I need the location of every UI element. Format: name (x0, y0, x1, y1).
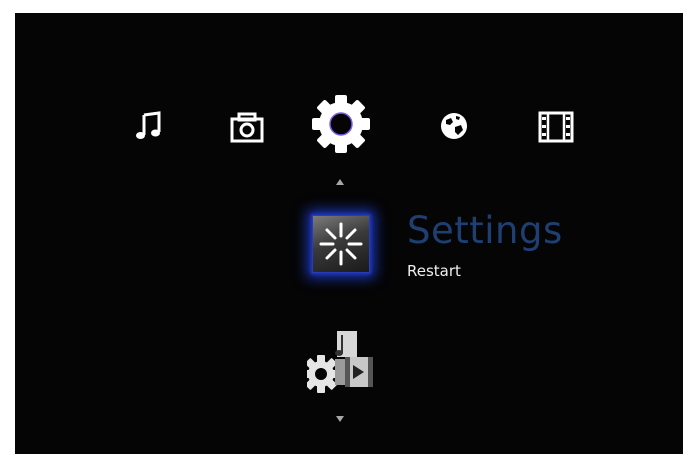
media-settings-icon[interactable] (307, 329, 377, 395)
media-player-screen: Settings Restart (15, 13, 683, 454)
film-icon[interactable] (538, 111, 574, 143)
restart-icon (319, 222, 363, 266)
globe-icon[interactable] (439, 111, 469, 141)
restart-option-tile[interactable] (312, 215, 370, 273)
selected-option-label: Restart (407, 262, 461, 280)
camera-icon[interactable] (230, 111, 264, 143)
gear-icon[interactable] (310, 93, 372, 155)
music-note-icon[interactable] (133, 110, 165, 142)
scroll-up-arrow-icon[interactable] (336, 179, 344, 185)
menu-title: Settings (407, 209, 563, 252)
scroll-down-arrow-icon[interactable] (336, 416, 344, 422)
